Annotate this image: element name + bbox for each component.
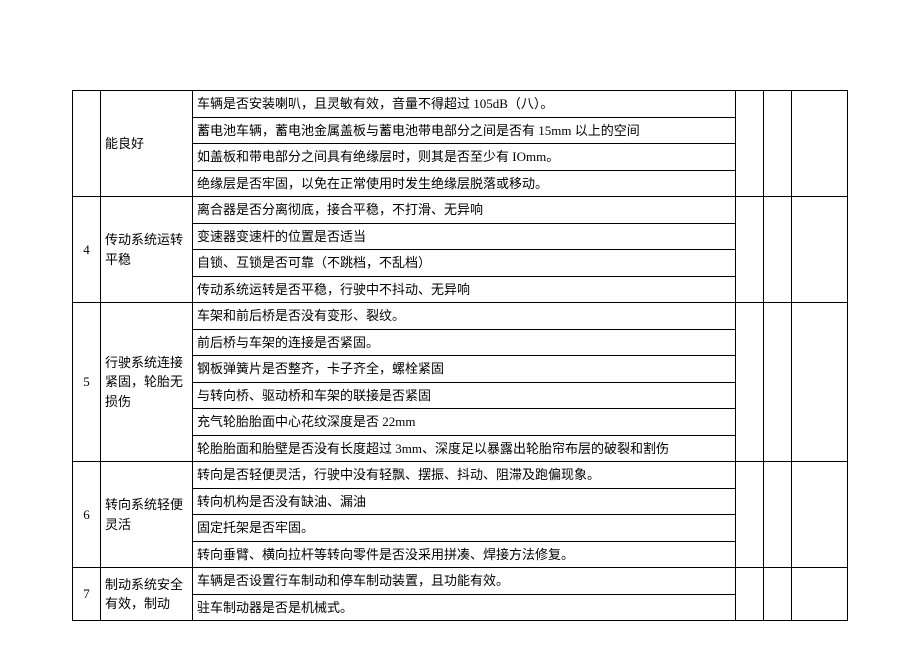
check-item-description: 固定托架是否牢固。 [193, 515, 736, 542]
section-number: 6 [73, 462, 101, 568]
section-number: 5 [73, 303, 101, 462]
section-category: 行驶系统连接紧固，轮胎无损伤 [101, 303, 193, 462]
check-item-description: 传动系统运转是否平稳，行驶中不抖动、无异响 [193, 276, 736, 303]
section-number [73, 91, 101, 197]
check-col-3 [792, 568, 848, 621]
check-col-3 [792, 197, 848, 303]
check-col-3 [792, 303, 848, 462]
inspection-table: 能良好车辆是否安装喇叭，且灵敏有效，音量不得超过 105dB（八）。蓄电池车辆，… [72, 90, 848, 621]
check-item-description: 钢板弹簧片是否整齐，卡子齐全，螺栓紧固 [193, 356, 736, 383]
check-col-2 [764, 91, 792, 197]
check-item-description: 车辆是否安装喇叭，且灵敏有效，音量不得超过 105dB（八）。 [193, 91, 736, 118]
table-row: 能良好车辆是否安装喇叭，且灵敏有效，音量不得超过 105dB（八）。 [73, 91, 848, 118]
section-category: 制动系统安全有效，制动 [101, 568, 193, 621]
check-item-description: 车架和前后桥是否没有变形、裂纹。 [193, 303, 736, 330]
check-item-description: 自锁、互锁是否可靠（不跳档，不乱档） [193, 250, 736, 277]
check-col-2 [764, 197, 792, 303]
section-category: 传动系统运转平稳 [101, 197, 193, 303]
check-col-1 [736, 303, 764, 462]
table-row: 7制动系统安全有效，制动车辆是否设置行车制动和停车制动装置，且功能有效。 [73, 568, 848, 595]
table-row: 5行驶系统连接紧固，轮胎无损伤车架和前后桥是否没有变形、裂纹。 [73, 303, 848, 330]
check-col-2 [764, 303, 792, 462]
check-item-description: 离合器是否分离彻底，接合平稳，不打滑、无异响 [193, 197, 736, 224]
check-col-1 [736, 462, 764, 568]
check-col-1 [736, 568, 764, 621]
check-col-2 [764, 462, 792, 568]
check-item-description: 转向机构是否没有缺油、漏油 [193, 488, 736, 515]
section-number: 7 [73, 568, 101, 621]
check-col-1 [736, 91, 764, 197]
section-number: 4 [73, 197, 101, 303]
check-item-description: 前后桥与车架的连接是否紧固。 [193, 329, 736, 356]
check-col-3 [792, 462, 848, 568]
table-row: 4传动系统运转平稳离合器是否分离彻底，接合平稳，不打滑、无异响 [73, 197, 848, 224]
check-item-description: 绝缘层是否牢固，以免在正常使用时发生绝缘层脱落或移动。 [193, 170, 736, 197]
check-item-description: 与转向桥、驱动桥和车架的联接是否紧固 [193, 382, 736, 409]
section-category: 能良好 [101, 91, 193, 197]
table-row: 6转向系统轻便灵活转向是否轻便灵活，行驶中没有轻飘、摆振、抖动、阻滞及跑偏现象。 [73, 462, 848, 489]
check-item-description: 充气轮胎胎面中心花纹深度是否 22mm [193, 409, 736, 436]
check-item-description: 蓄电池车辆，蓄电池金属盖板与蓄电池带电部分之间是否有 15mm 以上的空间 [193, 117, 736, 144]
check-item-description: 车辆是否设置行车制动和停车制动装置，且功能有效。 [193, 568, 736, 595]
section-category: 转向系统轻便灵活 [101, 462, 193, 568]
check-col-1 [736, 197, 764, 303]
check-item-description: 如盖板和带电部分之间具有绝缘层时，则其是否至少有 IOmm。 [193, 144, 736, 171]
check-col-2 [764, 568, 792, 621]
check-item-description: 轮胎胎面和胎壁是否没有长度超过 3mm、深度足以暴露出轮胎帘布层的破裂和割伤 [193, 435, 736, 462]
check-item-description: 变速器变速杆的位置是否适当 [193, 223, 736, 250]
check-item-description: 驻车制动器是否是机械式。 [193, 594, 736, 621]
check-item-description: 转向是否轻便灵活，行驶中没有轻飘、摆振、抖动、阻滞及跑偏现象。 [193, 462, 736, 489]
check-col-3 [792, 91, 848, 197]
check-item-description: 转向垂臂、横向拉杆等转向零件是否没采用拼凑、焊接方法修复。 [193, 541, 736, 568]
